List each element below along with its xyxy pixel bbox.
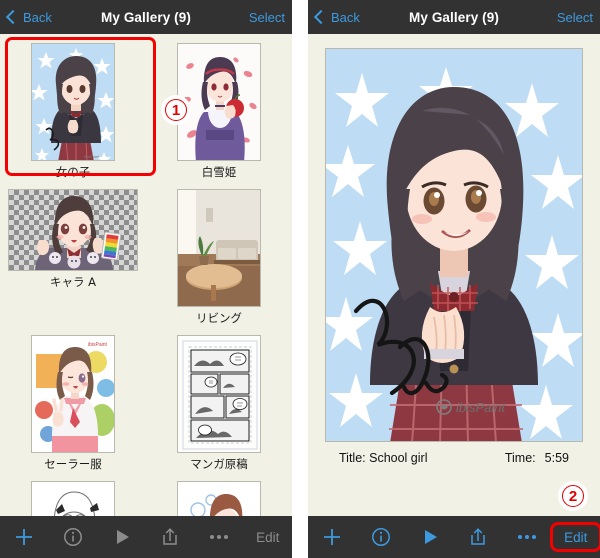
gallery-grid: ibisPaint 女の子 白雪姫 キャラ A リビング ibisPaint セ…	[0, 40, 292, 516]
bottom-toolbar: Edit	[0, 516, 292, 558]
gallery-item-8[interactable]	[146, 478, 292, 516]
play-triangle-icon	[116, 530, 129, 544]
gallery-item-7[interactable]	[0, 478, 146, 516]
svg-text:ibisPaint: ibisPaint	[88, 342, 108, 348]
info-button[interactable]	[357, 516, 406, 558]
artwork-glasses-girl-thumb	[178, 482, 260, 516]
plus-icon	[16, 529, 33, 545]
artwork-manga-manuscript-thumb	[178, 336, 260, 452]
callout-badge-1: 1	[163, 97, 189, 123]
thumbnail-2	[177, 43, 261, 161]
share-upload-icon	[471, 528, 486, 545]
navigation-bar: Back My Gallery (9) Select	[308, 0, 600, 34]
detail-body: ibisPaint Title: School girl Time: 5:59 …	[308, 34, 600, 516]
artwork-lineart-girl-thumb	[32, 482, 114, 516]
thumbnail-8	[177, 481, 261, 516]
edit-button[interactable]: Edit	[243, 516, 292, 558]
panel-divider	[292, 0, 308, 558]
thumbnail-4	[177, 189, 261, 307]
artwork-school-girl-large: ibisPaint	[326, 49, 582, 441]
thumbnail-1: ibisPaint	[31, 43, 115, 161]
gallery-item-caption: キャラ A	[49, 275, 97, 289]
svg-text:ibisPaint: ibisPaint	[84, 154, 100, 159]
title-label: Title:	[339, 451, 366, 465]
gallery-item-caption: セーラー服	[44, 457, 102, 471]
gallery-item-caption: マンガ原稿	[190, 457, 248, 471]
ellipsis-icon	[518, 535, 537, 539]
play-button[interactable]	[97, 516, 146, 558]
page-title: My Gallery (9)	[409, 9, 499, 25]
gallery-grid-container[interactable]: ibisPaint 女の子 白雪姫 キャラ A リビング ibisPaint セ…	[0, 34, 292, 516]
edit-button-label: Edit	[564, 529, 588, 545]
screenshot-root: Back My Gallery (9) Select ibisPaint 女の子…	[0, 0, 600, 558]
title-value: School girl	[369, 451, 428, 465]
gallery-item-4[interactable]: リビング	[146, 186, 292, 328]
artwork-detail-screen: Back My Gallery (9) Select ibisPaint Tit…	[308, 0, 600, 558]
thumbnail-5: ibisPaint	[31, 335, 115, 453]
time-value: 5:59	[544, 451, 569, 465]
thumbnail-3	[8, 189, 138, 271]
gallery-item-caption: 白雪姫	[201, 165, 237, 179]
gallery-item-6[interactable]: マンガ原稿	[146, 332, 292, 474]
thumbnail-7	[31, 481, 115, 516]
artwork-time-field: Time: 5:59	[505, 451, 569, 465]
play-triangle-icon	[424, 530, 437, 544]
more-button[interactable]	[503, 516, 552, 558]
callout-badge-2: 2	[560, 483, 586, 509]
artwork-snow-white-thumb	[178, 44, 260, 160]
thumbnail-6	[177, 335, 261, 453]
ellipsis-icon	[210, 535, 229, 539]
time-label: Time:	[504, 451, 536, 465]
artwork-living-room-thumb	[178, 190, 260, 306]
artwork-preview[interactable]: ibisPaint	[325, 48, 583, 442]
add-button[interactable]	[308, 516, 357, 558]
gallery-screen: Back My Gallery (9) Select ibisPaint 女の子…	[0, 0, 292, 558]
artwork-school-girl-thumb: ibisPaint	[32, 44, 114, 160]
artwork-info-row: Title: School girl Time: 5:59	[325, 451, 583, 465]
info-circle-icon	[372, 528, 390, 546]
plus-icon	[324, 529, 341, 545]
edit-button-label: Edit	[256, 529, 280, 545]
artwork-character-a-thumb	[9, 190, 137, 270]
gallery-item-caption: 女の子	[55, 165, 91, 179]
share-button[interactable]	[146, 516, 195, 558]
page-title: My Gallery (9)	[101, 9, 191, 25]
info-button[interactable]	[49, 516, 98, 558]
navigation-bar: Back My Gallery (9) Select	[0, 0, 292, 34]
gallery-item-caption: リビング	[196, 311, 242, 325]
info-circle-icon	[64, 528, 82, 546]
gallery-item-3[interactable]: キャラ A	[0, 186, 146, 328]
edit-button[interactable]: Edit	[549, 516, 600, 558]
svg-text:ibisPaint: ibisPaint	[456, 400, 507, 415]
more-button[interactable]	[195, 516, 244, 558]
gallery-item-5[interactable]: ibisPaint セーラー服	[0, 332, 146, 474]
artwork-title-field: Title: School girl	[339, 451, 427, 465]
gallery-item-1[interactable]: ibisPaint 女の子	[0, 40, 146, 182]
share-button[interactable]	[454, 516, 503, 558]
artwork-sailor-uniform-thumb: ibisPaint	[32, 336, 114, 452]
play-button[interactable]	[405, 516, 454, 558]
share-upload-icon	[163, 528, 178, 545]
bottom-toolbar: Edit	[308, 516, 600, 558]
add-button[interactable]	[0, 516, 49, 558]
